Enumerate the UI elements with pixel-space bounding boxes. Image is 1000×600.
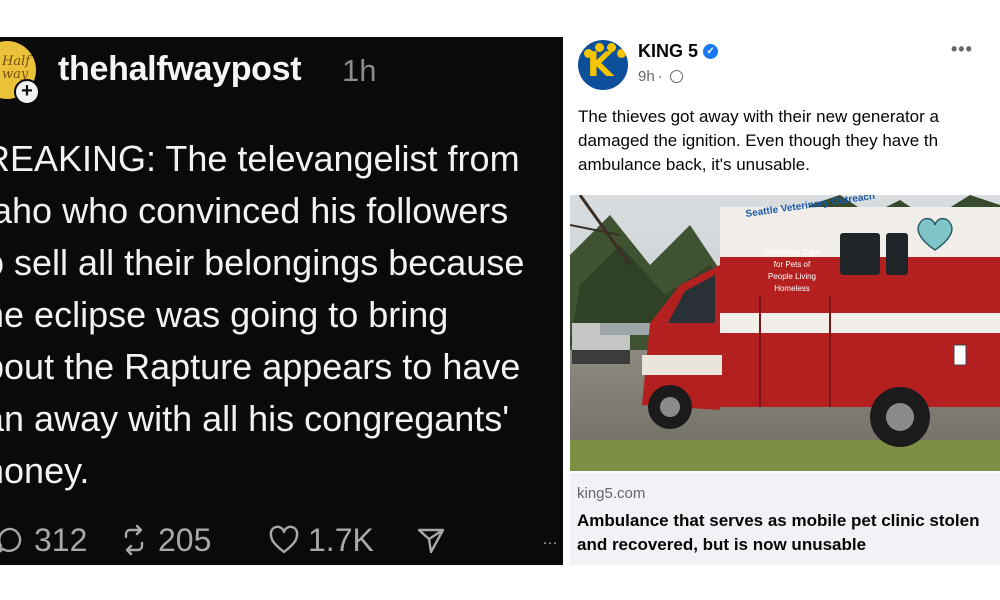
sign-line: Homeless [774,284,810,293]
verified-badge-icon: ✓ [703,44,719,59]
username[interactable]: thehalfwaypost [58,50,302,89]
reply-count: 312 [34,521,88,558]
post-body-line: an away with all his congregants' [0,398,510,439]
repost-button[interactable]: 205 [118,515,211,565]
post-body-line: REAKING: The televangelist from [0,138,520,179]
post-text-line: The thieves got away with their new gene… [578,107,939,126]
heart-icon [269,525,299,554]
post-body-line: he eclipse was going to bring [0,294,449,335]
post-body-line: laho who convinced his followers [0,190,509,231]
like-button[interactable]: 1.7K [268,515,374,565]
post-text-line: ambulance back, it's unusable. [578,155,810,174]
post-body-line: o sell all their belongings because [0,242,525,283]
post-image[interactable]: Seattle Veterinary Outreach Veterinary C… [570,195,1000,471]
action-bar: 312 205 1.7K … [0,515,563,565]
ambulance-photo: Seattle Veterinary Outreach Veterinary C… [570,195,1000,471]
more-options-icon[interactable]: ••• [951,39,973,60]
post-body: REAKING: The televangelist from laho who … [0,133,563,497]
post-text: The thieves got away with their new gene… [578,105,1000,177]
more-options-icon[interactable]: … [542,531,559,549]
link-domain: king5.com [577,485,646,502]
page-name-text: KING 5 [638,41,699,61]
like-count: 1.7K [308,521,374,558]
reply-icon [0,527,22,553]
post-time[interactable]: 9h [638,68,655,85]
repost-count: 205 [158,521,212,558]
repost-icon [124,524,144,556]
page-name[interactable]: KING 5 ✓ [638,41,719,62]
link-preview[interactable]: king5.com Ambulance that serves as mobil… [570,473,1000,565]
post-body-line: noney. [0,450,90,491]
follow-plus-icon[interactable]: + [14,79,40,105]
facebook-post: K KING 5 ✓ 9h · ••• The thieves got away… [570,37,1000,565]
post-text-line: damaged the ignition. Even though they h… [578,131,939,150]
sign-line: People Living [768,272,816,281]
king5-logo-icon: K [587,45,614,85]
meta-separator: · [657,68,663,85]
reply-button[interactable]: 312 [0,515,87,565]
post-time: 1h [342,53,377,88]
post-meta: 9h · [638,68,683,85]
sign-line: for Pets of [774,260,811,269]
page-avatar[interactable]: K [578,40,628,90]
sign-line: Veterinary Care [764,248,820,257]
link-headline: Ambulance that serves as mobile pet clin… [577,509,997,557]
link-headline-line: and recovered, but is now unusable [577,535,867,554]
globe-icon [669,70,683,83]
avatar-logo-text: Half way [2,54,31,82]
share-button[interactable] [416,515,454,565]
threads-post: Half way + thehalfwaypost 1h REAKING: The… [0,37,563,565]
post-body-line: bout the Rapture appears to have [0,346,521,387]
link-headline-line: Ambulance that serves as mobile pet clin… [577,511,980,530]
send-icon [417,528,445,554]
